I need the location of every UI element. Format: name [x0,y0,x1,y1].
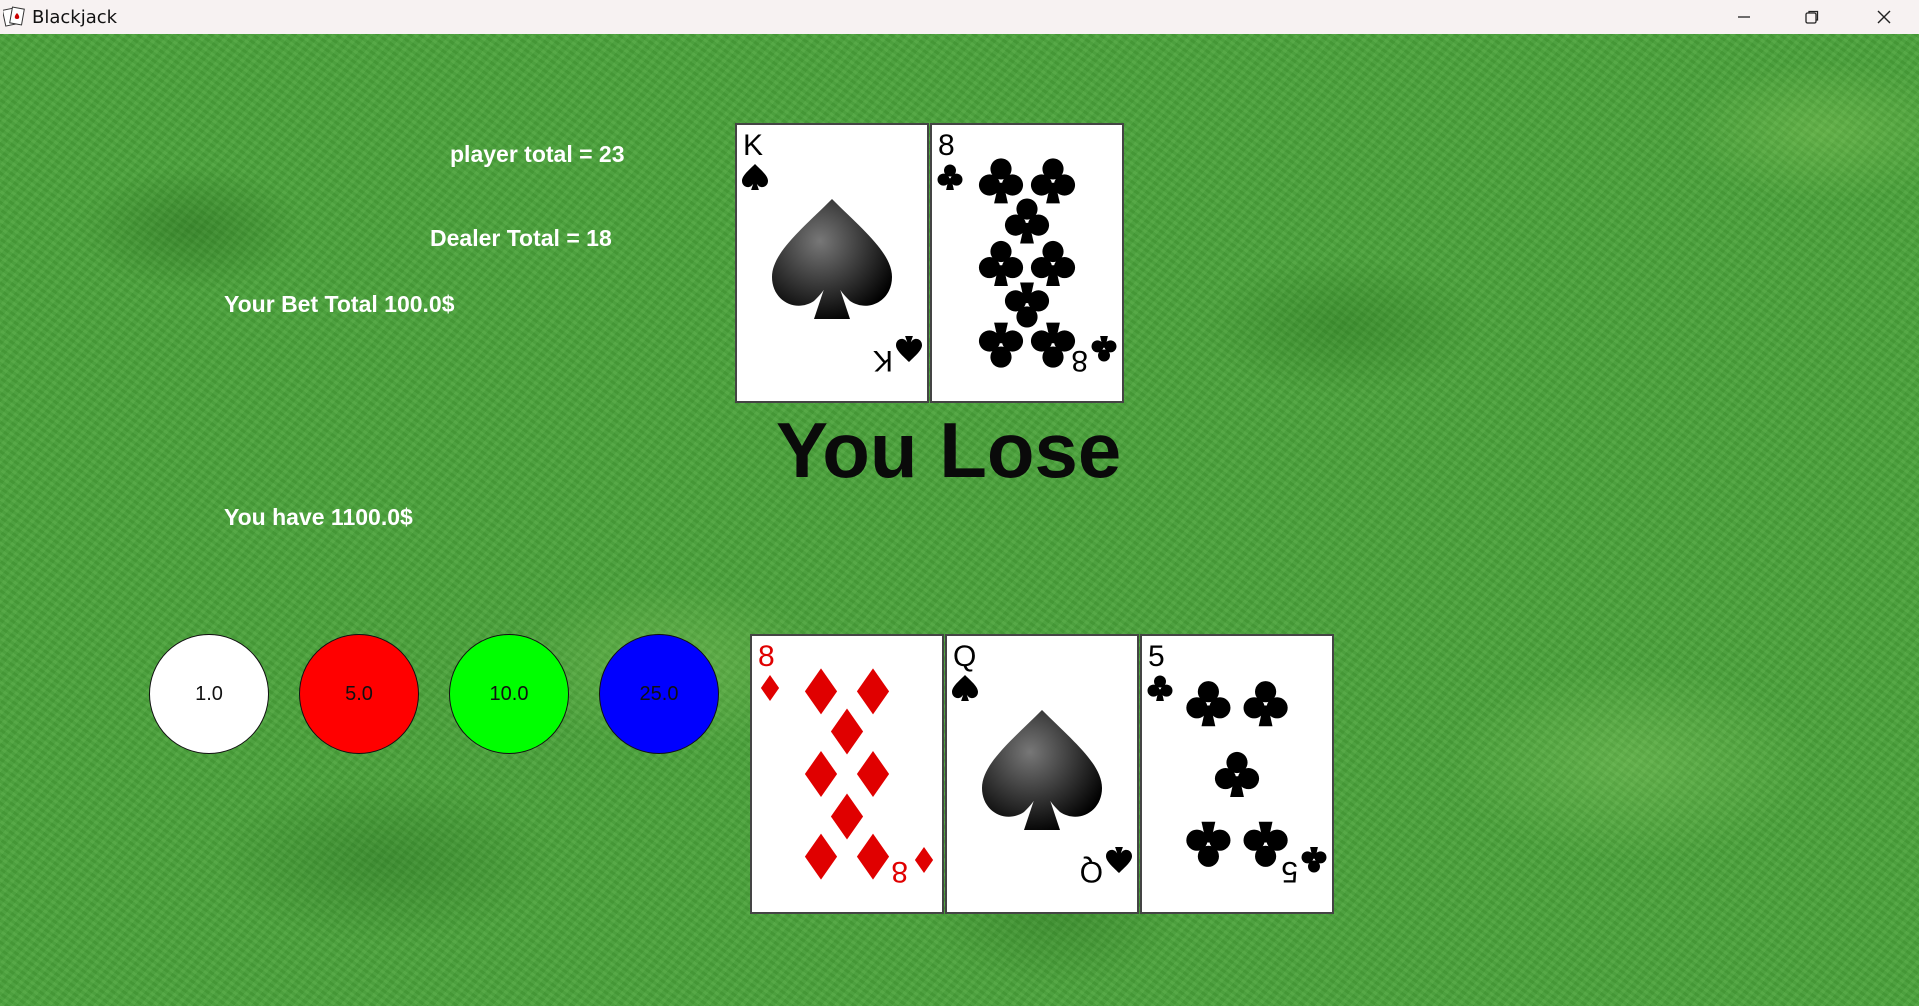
dealer-total-label: Dealer Total = 18 [430,225,612,251]
chip-label: 5.0 [345,682,373,705]
card-rank: K [873,344,893,377]
chip-label: 25.0 [639,682,679,705]
card-pip [978,322,1024,368]
card-pip [1030,322,1076,368]
card-pip [1004,282,1050,328]
card-8-diamonds: 88 [758,640,934,888]
card-pip [1243,821,1288,867]
card-pip [1186,681,1231,727]
card-pip [830,793,864,840]
balance-label: You have 1100.0$ [224,504,413,530]
player-card: 88 [750,634,944,914]
card-face-suit [772,199,892,319]
card-pip [1030,158,1076,204]
card-rank: K [743,129,763,162]
chip-button-1[interactable]: 1.0 [149,634,269,754]
cards-app-icon [1,6,25,28]
card-rank: 8 [891,855,908,888]
card-pip [804,833,838,880]
card-pip [1030,240,1076,286]
card-rank: 5 [1281,855,1298,888]
card-rank: 8 [938,129,955,162]
close-button[interactable] [1850,0,1918,34]
card-pip [804,668,838,715]
restore-icon [1804,9,1820,25]
card-Q-spades: QQ [952,640,1132,888]
maximize-button[interactable] [1778,0,1846,34]
chip-button-10[interactable]: 10.0 [449,634,569,754]
card-pip [1004,198,1050,244]
card-8-clubs: 88 [937,129,1117,377]
close-icon [1876,9,1892,25]
chip-label: 1.0 [195,682,223,705]
card-5-clubs: 55 [1147,640,1327,888]
card-pip [830,708,864,755]
result-message: You Lose [776,406,1122,494]
minimize-icon [1736,9,1752,25]
card-pip [804,751,838,797]
card-rank: 5 [1148,640,1165,673]
card-pip [978,240,1024,286]
player-card: QQ [945,634,1139,914]
card-pip [856,668,890,715]
card-rank: Q [953,640,976,673]
player-total-label: player total = 23 [450,141,625,167]
card-pip [1186,821,1231,867]
card-pip [978,158,1024,204]
dealer-card: KK [735,123,929,403]
chip-button-25[interactable]: 25.0 [599,634,719,754]
card-rank: Q [1080,855,1103,888]
card-pip [856,751,890,797]
card-face-suit [982,710,1102,830]
card-rank: 8 [758,640,775,673]
window-title: Blackjack [32,7,118,28]
chip-label: 10.0 [489,682,529,705]
card-K-spades: KK [742,129,922,377]
card-pip [1243,681,1288,727]
minimize-button[interactable] [1710,0,1778,34]
chip-button-5[interactable]: 5.0 [299,634,419,754]
dealer-card: 88 [930,123,1124,403]
card-pip [1214,751,1260,797]
title-bar: Blackjack [0,0,1919,34]
card-rank: 8 [1071,344,1088,377]
card-pip [856,833,890,880]
player-card: 55 [1140,634,1334,914]
bet-total-label: Your Bet Total 100.0$ [224,291,455,317]
